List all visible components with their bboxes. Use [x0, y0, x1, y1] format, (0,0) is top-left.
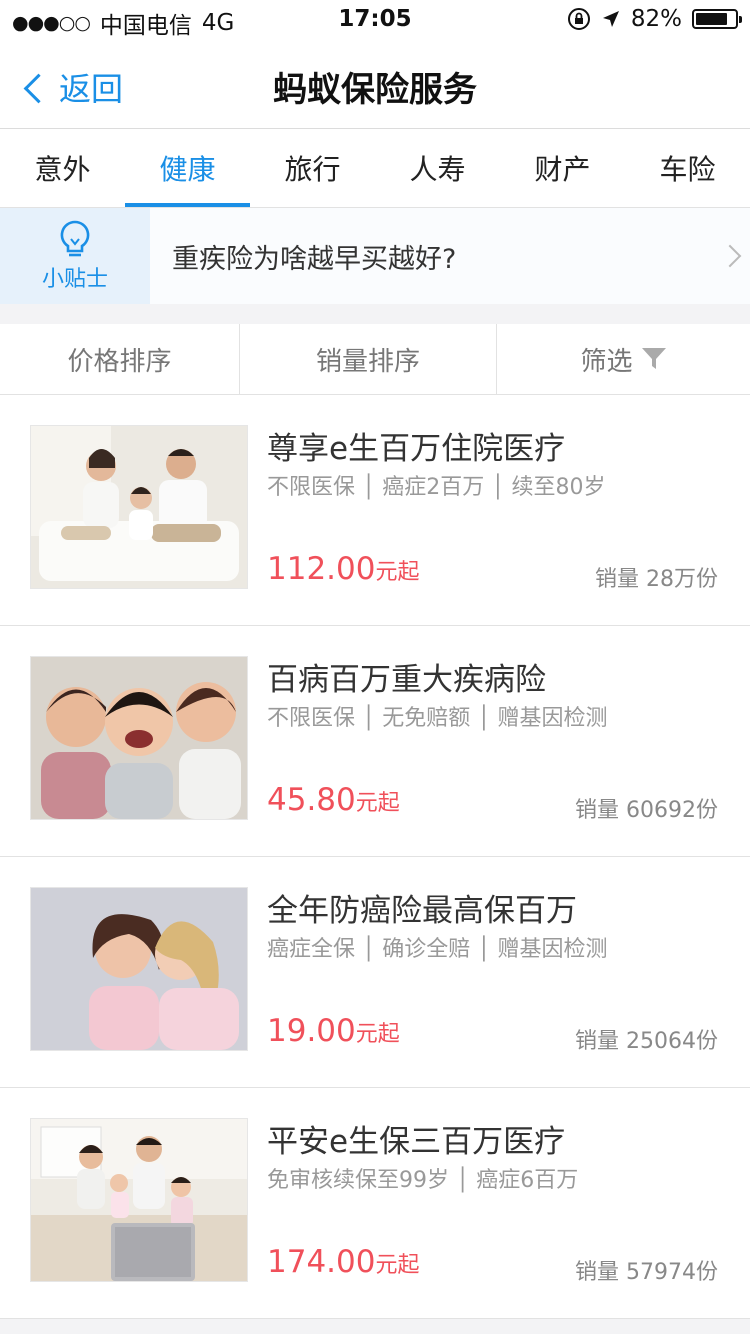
product-item[interactable]: 平安e生保三百万医疗 免审核续保至99岁 │ 癌症6百万 174.00元起 销量…: [0, 1088, 750, 1319]
battery-icon: [692, 9, 742, 29]
product-sales: 销量 25064份: [575, 1029, 718, 1054]
sort-by-price-label: 价格排序: [67, 346, 172, 377]
product-item[interactable]: 尊享e生百万住院医疗 不限医保 │ 癌症2百万 │ 续至80岁 112.00元起…: [0, 395, 750, 626]
location-arrow-icon: [602, 11, 619, 27]
sort-by-sales-button[interactable]: 销量排序: [240, 324, 497, 394]
product-tags: 癌症全保 │ 确诊全赔 │ 赠基因检测: [267, 937, 608, 962]
tip-banner[interactable]: 小贴士 重疾险为啥越早买越好?: [0, 208, 750, 304]
product-sales: 销量 28万份: [595, 567, 718, 592]
tab-health[interactable]: 健康: [125, 129, 250, 207]
page-title: 蚂蚁保险服务: [273, 70, 477, 110]
tip-badge-label: 小贴士: [41, 267, 108, 292]
price-suffix: 元起: [355, 1022, 400, 1047]
product-name: 百病百万重大疾病险: [267, 662, 546, 698]
product-tags: 不限医保 │ 癌症2百万 │ 续至80岁: [267, 475, 606, 500]
filter-funnel-icon: [641, 348, 666, 369]
product-image-mother-daughter: [30, 887, 248, 1051]
product-price: 45.80元起: [267, 782, 400, 818]
status-bar: ●●●○○ 中国电信 4G 17:05 82%: [0, 0, 750, 40]
product-item[interactable]: 百病百万重大疾病险 不限医保 │ 无免赔额 │ 赠基因检测 45.80元起 销量…: [0, 626, 750, 857]
product-sales: 销量 57974份: [575, 1260, 718, 1285]
rotation-lock-icon: [567, 8, 590, 30]
tip-badge: 小贴士: [0, 208, 150, 304]
tab-life[interactable]: 人寿: [375, 129, 500, 207]
product-name: 平安e生保三百万医疗: [267, 1124, 566, 1160]
product-image-family-sofa: [30, 425, 248, 589]
tip-arrow: [710, 208, 750, 304]
nav-bar: 返回 蚂蚁保险服务: [0, 40, 750, 129]
product-image-family-laptop: [30, 1118, 248, 1282]
sort-bar: 价格排序 销量排序 筛选: [0, 324, 750, 395]
product-tags: 不限医保 │ 无免赔额 │ 赠基因检测: [267, 706, 608, 731]
tip-text: 重疾险为啥越早买越好?: [150, 208, 710, 304]
tab-accident[interactable]: 意外: [0, 129, 125, 207]
lightbulb-icon: [60, 220, 90, 257]
price-suffix: 元起: [375, 1253, 420, 1278]
product-name: 尊享e生百万住院医疗: [267, 431, 566, 467]
price-value: 45.80: [267, 782, 356, 818]
price-value: 19.00: [267, 1013, 356, 1049]
product-price: 112.00元起: [267, 551, 420, 587]
product-item[interactable]: 全年防癌险最高保百万 癌症全保 │ 确诊全赔 │ 赠基因检测 19.00元起 销…: [0, 857, 750, 1088]
price-value: 174.00: [267, 1244, 376, 1280]
status-right: 82%: [567, 6, 742, 32]
tab-travel[interactable]: 旅行: [250, 129, 375, 207]
product-price: 174.00元起: [267, 1244, 420, 1280]
price-value: 112.00: [267, 551, 376, 587]
product-list: 尊享e生百万住院医疗 不限医保 │ 癌症2百万 │ 续至80岁 112.00元起…: [0, 395, 750, 1319]
category-tabs: 意外 健康 旅行 人寿 财产 车险: [0, 129, 750, 208]
product-image-grandmother-child-mother: [30, 656, 248, 820]
filter-label: 筛选: [580, 346, 633, 377]
price-suffix: 元起: [375, 560, 420, 585]
product-name: 全年防癌险最高保百万: [267, 893, 577, 929]
price-suffix: 元起: [355, 791, 400, 816]
product-tags: 免审核续保至99岁 │ 癌症6百万: [267, 1168, 579, 1193]
tab-auto[interactable]: 车险: [625, 129, 750, 207]
sort-by-price-button[interactable]: 价格排序: [0, 324, 240, 394]
filter-button[interactable]: 筛选: [497, 324, 750, 394]
chevron-right-icon: [718, 244, 742, 268]
sort-by-sales-label: 销量排序: [315, 346, 420, 377]
product-sales: 销量 60692份: [575, 798, 718, 823]
product-price: 19.00元起: [267, 1013, 400, 1049]
battery-percent: 82%: [630, 6, 682, 32]
tab-property[interactable]: 财产: [500, 129, 625, 207]
